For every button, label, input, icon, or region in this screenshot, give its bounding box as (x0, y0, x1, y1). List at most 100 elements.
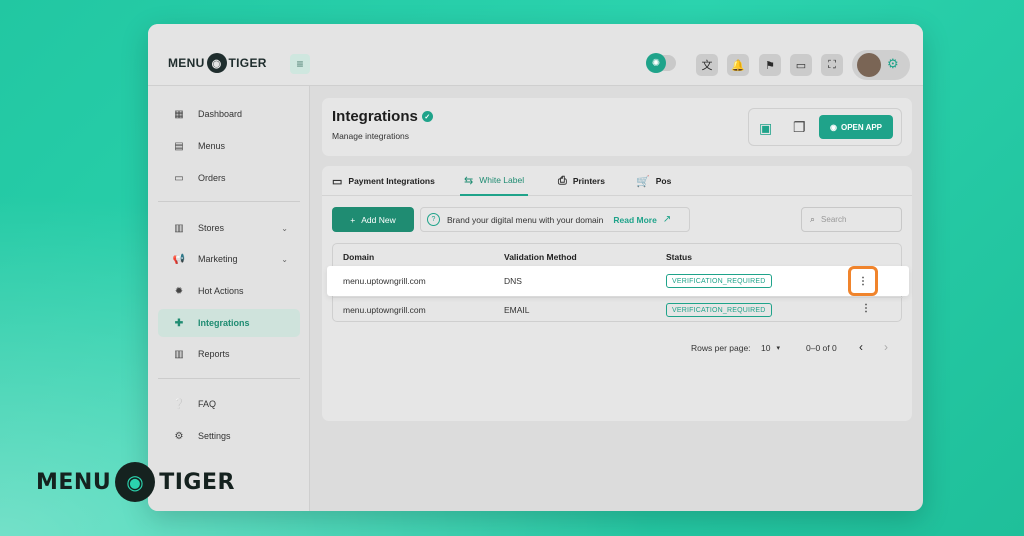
help-icon: ? (427, 213, 440, 226)
rows-per-page-label: Rows per page: (691, 343, 751, 353)
external-link-icon[interactable]: ↗ (663, 214, 671, 225)
status-badge: VERIFICATION_REQUIRED (666, 274, 772, 288)
tiger-icon: ◉ (206, 53, 227, 73)
tab-label: White Label (479, 175, 525, 185)
devices-icon[interactable]: ▭ (790, 54, 812, 76)
sidebar: ▦ Dashboard ▤ Menus ▭ Orders ▥ Stores ⌄ … (148, 86, 310, 511)
main-content: Integrations ✓ Manage integrations ▣ ❐ ◉… (310, 86, 923, 511)
tab-label: Payment Integrations (348, 176, 435, 186)
rows-per-page-value: 10 (761, 343, 771, 353)
integrations-card: ▭ Payment Integrations ⇆ White Label ⎙ P… (322, 166, 912, 421)
rows-per-page-select[interactable]: 10 ▾ (761, 343, 780, 353)
plus-icon: + (350, 214, 356, 225)
brand-info-text: Brand your digital menu with your domain (447, 214, 604, 225)
chevron-right-icon[interactable]: › (884, 340, 888, 354)
tab-payment-integrations[interactable]: ▭ Payment Integrations (332, 166, 435, 196)
open-app-label: OPEN APP (840, 122, 883, 132)
sidebar-item-label: Reports (198, 349, 230, 359)
read-more-link[interactable]: Read More (613, 215, 656, 225)
hamburger-icon[interactable]: ≡ (290, 54, 310, 74)
sidebar-item-dashboard[interactable]: ▦ Dashboard (158, 100, 300, 128)
app-logo[interactable]: MENU ◉ TIGER (168, 52, 267, 74)
faq-icon: ❔ (172, 398, 186, 410)
sidebar-item-label: Hot Actions (198, 286, 244, 296)
header-actions: ▣ ❐ ◉ OPEN APP (748, 108, 902, 146)
table-row[interactable]: menu.uptowngrill.com DNS VERIFICATION_RE… (327, 266, 909, 296)
copy-icon[interactable]: ❐ (793, 119, 806, 136)
sidebar-divider (158, 201, 300, 202)
row-actions-menu-icon[interactable]: ⋮ (861, 303, 871, 314)
column-header-status: Status (666, 252, 692, 262)
tab-pos[interactable]: 🛒 Pos (636, 166, 671, 196)
puzzle-icon: ✚ (174, 317, 184, 329)
gear-icon[interactable]: ⚙ (887, 56, 899, 72)
stores-icon: ▥ (174, 222, 184, 234)
bell-icon[interactable]: 🔔 (727, 54, 749, 76)
translate-icon[interactable]: 文 (696, 54, 718, 76)
brand-watermark: MENU ◉ TIGER (36, 462, 235, 502)
column-header-domain: Domain (343, 252, 375, 262)
search-icon: ⌕ (810, 214, 816, 224)
orders-icon: ▭ (174, 172, 184, 184)
sidebar-item-integrations[interactable]: ✚ Integrations (158, 309, 300, 337)
sidebar-item-hot-actions[interactable]: ✹ Hot Actions (158, 277, 300, 305)
cart-icon: 🛒 (636, 175, 650, 188)
verified-icon: ✓ (421, 111, 433, 122)
tab-bar: ▭ Payment Integrations ⇆ White Label ⎙ P… (322, 166, 912, 196)
tab-white-label[interactable]: ⇆ White Label (460, 166, 529, 196)
logo-tiger-text: TIGER (228, 56, 267, 70)
sidebar-item-stores[interactable]: ▥ Stores ⌄ (158, 214, 300, 242)
page-title-text: Integrations (332, 108, 418, 125)
dashboard-icon: ▦ (174, 108, 184, 120)
sidebar-item-settings[interactable]: ⚙ Settings (158, 422, 300, 450)
qr-code-icon[interactable]: ▣ (759, 120, 772, 137)
page-header: Integrations ✓ Manage integrations ▣ ❐ ◉… (322, 98, 912, 156)
megaphone-icon: 📢 (172, 253, 186, 265)
chevron-left-icon[interactable]: ‹ (859, 340, 863, 354)
hot-actions-icon: ✹ (174, 285, 184, 297)
chevron-down-icon: ⌄ (281, 254, 288, 264)
flag-icon[interactable]: ⚑ (759, 54, 781, 76)
tab-label: Pos (655, 176, 672, 186)
printer-icon: ⎙ (558, 174, 567, 187)
brand-menu-text: MENU (36, 469, 112, 495)
brand-tiger-text: TIGER (159, 469, 235, 495)
chevron-down-icon: ⌄ (281, 223, 288, 233)
sidebar-item-reports[interactable]: ▥ Reports (158, 340, 300, 368)
search-input[interactable]: ⌕ Search (801, 207, 902, 232)
sidebar-item-label: Marketing (198, 254, 238, 264)
tab-printers[interactable]: ⎙ Printers (558, 166, 605, 196)
profile-menu[interactable]: ⚙ (852, 50, 910, 80)
table-row[interactable]: menu.uptowngrill.com EMAIL VERIFICATION_… (333, 297, 903, 323)
reports-icon: ▥ (174, 348, 184, 360)
add-new-label: Add New (361, 214, 396, 225)
sidebar-item-orders[interactable]: ▭ Orders (158, 164, 300, 192)
method-cell: DNS (504, 276, 522, 286)
domain-cell: menu.uptowngrill.com (343, 276, 426, 286)
page-subtitle: Manage integrations (332, 131, 410, 141)
avatar (857, 53, 881, 77)
sidebar-item-label: Menus (198, 141, 226, 151)
sidebar-item-label: Stores (198, 223, 225, 233)
sidebar-item-label: Orders (198, 173, 226, 183)
sidebar-item-label: Dashboard (198, 109, 243, 119)
fullscreen-icon[interactable]: ⛶ (821, 54, 843, 76)
add-new-button[interactable]: + Add New (332, 207, 414, 232)
sidebar-item-faq[interactable]: ❔ FAQ (158, 390, 300, 418)
theme-toggle[interactable]: ✺ (646, 53, 676, 73)
tab-label: Printers (572, 176, 605, 186)
menus-icon: ▤ (174, 140, 184, 152)
brand-domain-info: ? Brand your digital menu with your doma… (420, 207, 690, 232)
eye-icon: ◉ (829, 122, 837, 132)
sidebar-item-menus[interactable]: ▤ Menus (158, 132, 300, 160)
swap-icon: ⇆ (464, 174, 474, 187)
top-bar: MENU ◉ TIGER ≡ ✺ 文 🔔 ⚑ ▭ ⛶ ⚙ (148, 24, 923, 86)
sidebar-item-marketing[interactable]: 📢 Marketing ⌄ (158, 245, 300, 273)
sidebar-divider (158, 378, 300, 379)
caret-down-icon: ▾ (776, 345, 780, 352)
row-actions-menu-icon[interactable]: ⋮ (848, 266, 878, 296)
open-app-button[interactable]: ◉ OPEN APP (819, 115, 893, 139)
sidebar-item-label: Integrations (198, 318, 250, 328)
page-title: Integrations ✓ (332, 108, 433, 125)
pagination-range: 0–0 of 0 (806, 343, 837, 353)
